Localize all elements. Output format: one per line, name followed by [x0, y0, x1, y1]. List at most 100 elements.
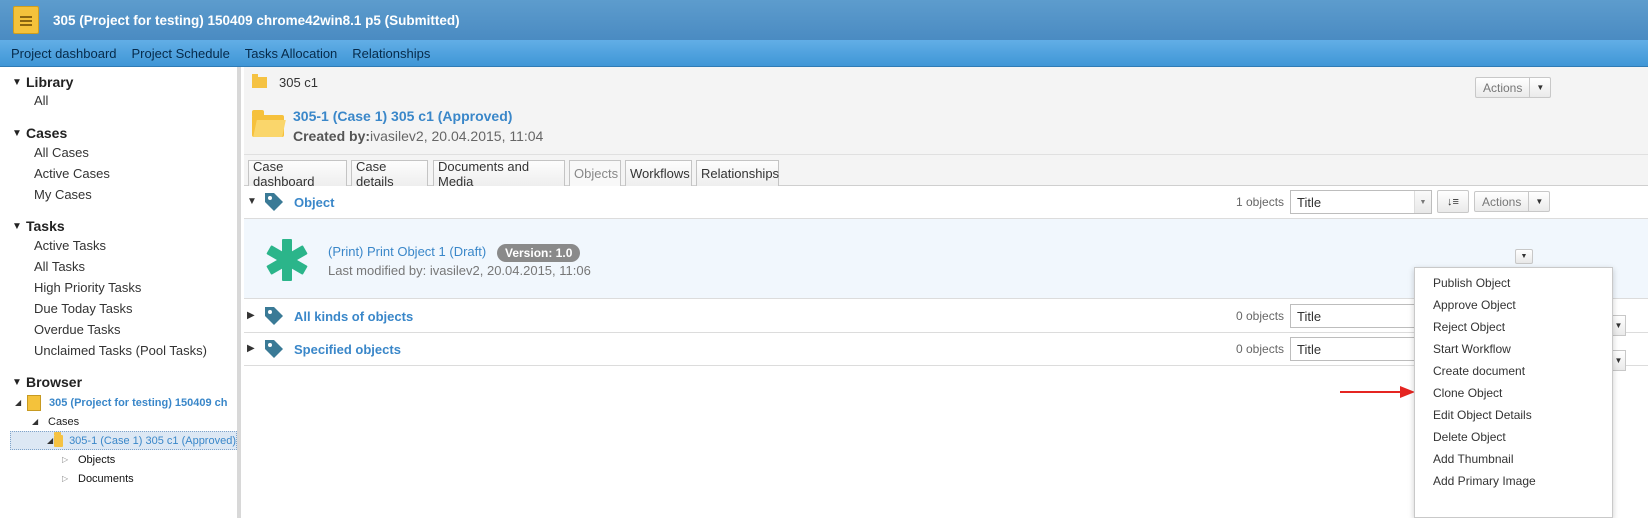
nav-project-dashboard[interactable]: Project dashboard — [11, 46, 117, 61]
menu-item-start-workflow[interactable]: Start Workflow — [1415, 338, 1612, 360]
expand-triangle-icon[interactable]: ◢ — [32, 417, 44, 426]
tab-workflows[interactable]: Workflows — [625, 160, 692, 186]
case-folder-icon — [252, 110, 284, 137]
sidebar: ▼ Library All ▼ Cases All Cases Active Cas… — [0, 67, 241, 518]
sidebar-item-all[interactable]: All — [34, 91, 237, 110]
browser-tree: ◢ 305 (Project for testing) 150409 ch ◢ … — [6, 393, 237, 488]
menu-item-delete-object[interactable]: Delete Object — [1415, 426, 1612, 448]
tab-relationships[interactable]: Relationships — [696, 160, 779, 186]
section-title[interactable]: Object — [294, 195, 334, 210]
expand-icon[interactable]: ▶ — [247, 343, 255, 354]
version-badge: Version: 1.0 — [497, 244, 581, 262]
folder-icon — [252, 74, 267, 88]
object-last-modified: Last modified by: ivasilev2, 20.04.2015,… — [328, 263, 591, 278]
title-bar: 305 (Project for testing) 150409 chrome4… — [0, 0, 1648, 40]
collapse-icon[interactable]: ▼ — [247, 196, 257, 207]
sidebar-item-due-today-tasks[interactable]: Due Today Tasks — [34, 298, 237, 319]
expand-triangle-icon[interactable]: ◢ — [15, 398, 27, 407]
sidebar-item-active-tasks[interactable]: Active Tasks — [34, 235, 237, 256]
collapse-icon: ▼ — [12, 76, 22, 88]
sidebar-item-my-cases[interactable]: My Cases — [34, 184, 237, 205]
sort-order-button[interactable]: ↓≡ — [1437, 190, 1469, 213]
expand-triangle-icon[interactable]: ◢ — [47, 436, 54, 445]
tasks-header[interactable]: ▼ Tasks — [12, 217, 237, 235]
browser-header[interactable]: ▼ Browser — [12, 373, 237, 391]
sidebar-item-unclaimed-tasks[interactable]: Unclaimed Tasks (Pool Tasks) — [34, 340, 237, 361]
menu-item-add-thumbnail[interactable]: Add Thumbnail — [1415, 448, 1612, 470]
menu-item-approve-object[interactable]: Approve Object — [1415, 294, 1612, 316]
object-actions-caret[interactable]: ▼ — [1515, 249, 1533, 264]
caret-down-icon[interactable]: ▼ — [1612, 315, 1626, 336]
section-title[interactable]: All kinds of objects — [294, 309, 413, 324]
object-name[interactable]: (Print) Print Object 1 (Draft) — [328, 244, 486, 259]
caret-down-icon[interactable]: ▼ — [1612, 350, 1626, 371]
object-count: 0 objects — [1236, 309, 1285, 323]
tag-icon — [265, 340, 283, 358]
breadcrumb: 305 c1 — [252, 74, 318, 90]
sidebar-item-all-cases[interactable]: All Cases — [34, 142, 237, 163]
tree-node-case[interactable]: ◢ 305-1 (Case 1) 305 c1 (Approved) — [10, 431, 237, 450]
tab-objects[interactable]: Objects — [569, 160, 621, 186]
caret-down-icon: ▼ — [1535, 197, 1544, 206]
expand-icon[interactable]: ▶ — [247, 310, 255, 321]
sort-select[interactable]: Title — [1290, 337, 1432, 361]
object-actions-menu: Publish Object Approve Object Reject Obj… — [1414, 267, 1613, 518]
menu-item-add-primary-image[interactable]: Add Primary Image — [1415, 470, 1612, 492]
annotation-arrow-icon — [1340, 386, 1415, 398]
menu-item-reject-object[interactable]: Reject Object — [1415, 316, 1612, 338]
main-nav: Project dashboard Project Schedule Tasks… — [0, 40, 1648, 67]
section-object: ▼ Object 1 objects Title ▼ ↓≡ Actions ▼ — [244, 186, 1648, 219]
tab-case-dashboard[interactable]: Case dashboard — [248, 159, 347, 189]
case-header: 305 c1 Actions ▼ 305-1 (Case 1) 305 c1 (… — [244, 67, 1648, 155]
tree-node-objects[interactable]: ▷ Objects — [6, 450, 237, 469]
browser-section: ▼ Browser — [12, 373, 237, 391]
collapse-icon: ▼ — [12, 127, 22, 139]
actions-label: Actions — [1475, 192, 1530, 211]
sidebar-item-overdue-tasks[interactable]: Overdue Tasks — [34, 319, 237, 340]
tree-node-documents[interactable]: ▷ Documents — [6, 469, 237, 488]
created-by-label: Created by: — [293, 128, 371, 144]
breadcrumb-item[interactable]: 305 c1 — [279, 75, 318, 90]
case-actions-dropdown[interactable]: Actions ▼ — [1475, 77, 1552, 98]
created-by-value: ivasilev2, 20.04.2015, 11:04 — [370, 128, 544, 144]
nav-relationships[interactable]: Relationships — [352, 46, 430, 61]
section-actions-dropdown[interactable]: Actions ▼ — [1474, 191, 1551, 212]
cases-section: ▼ Cases All Cases Active Cases My Cases — [12, 124, 237, 205]
expand-triangle-icon[interactable]: ▷ — [62, 474, 74, 483]
tree-node-project[interactable]: ◢ 305 (Project for testing) 150409 ch — [6, 393, 237, 412]
sidebar-item-active-cases[interactable]: Active Cases — [34, 163, 237, 184]
object-count: 1 objects — [1236, 195, 1285, 209]
menu-item-edit-object-details[interactable]: Edit Object Details — [1415, 404, 1612, 426]
library-header[interactable]: ▼ Library — [12, 73, 237, 91]
tasks-section: ▼ Tasks Active Tasks All Tasks High Prior… — [12, 217, 237, 361]
project-icon — [27, 394, 41, 411]
library-section: ▼ Library All — [12, 73, 237, 110]
menu-item-clone-object[interactable]: Clone Object — [1415, 382, 1612, 404]
case-created-by: Created by:ivasilev2, 20.04.2015, 11:04 — [293, 128, 543, 144]
actions-label: Actions — [1476, 78, 1531, 97]
tag-icon — [265, 193, 283, 211]
nav-project-schedule[interactable]: Project Schedule — [132, 46, 230, 61]
section-title[interactable]: Specified objects — [294, 342, 401, 357]
tag-icon — [265, 307, 283, 325]
sidebar-item-high-priority-tasks[interactable]: High Priority Tasks — [34, 277, 237, 298]
tab-case-details[interactable]: Case details — [351, 159, 428, 189]
menu-item-publish-object[interactable]: Publish Object — [1415, 272, 1612, 294]
window-title: 305 (Project for testing) 150409 chrome4… — [53, 12, 460, 28]
case-title[interactable]: 305-1 (Case 1) 305 c1 (Approved) — [293, 108, 512, 124]
tree-node-cases[interactable]: ◢ Cases — [6, 412, 237, 431]
tab-documents-media[interactable]: Documents and Media — [433, 159, 565, 189]
menu-item-create-document[interactable]: Create document — [1415, 360, 1612, 382]
sidebar-item-all-tasks[interactable]: All Tasks — [34, 256, 237, 277]
collapse-icon: ▼ — [12, 376, 22, 388]
sort-select[interactable]: Title ▼ — [1290, 190, 1432, 214]
caret-down-icon: ▼ — [1536, 83, 1545, 92]
expand-triangle-icon[interactable]: ▷ — [62, 455, 74, 464]
case-tabs: Case dashboard Case details Documents an… — [244, 155, 1648, 189]
cases-header[interactable]: ▼ Cases — [12, 124, 237, 142]
nav-tasks-allocation[interactable]: Tasks Allocation — [245, 46, 338, 61]
caret-down-icon: ▼ — [1414, 191, 1431, 213]
collapse-icon: ▼ — [12, 220, 22, 232]
sort-select[interactable]: Title — [1290, 304, 1432, 328]
object-count: 0 objects — [1236, 342, 1285, 356]
